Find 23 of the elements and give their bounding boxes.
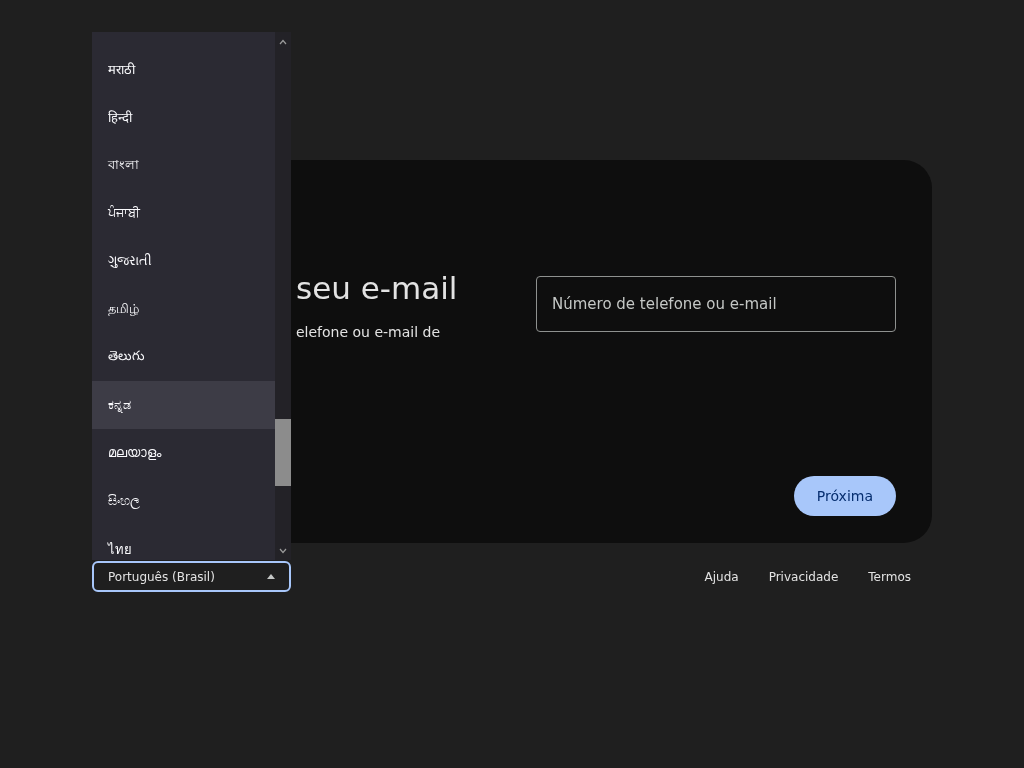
scroll-up-icon[interactable] bbox=[279, 39, 287, 45]
footer-link[interactable]: Privacidade bbox=[753, 563, 854, 590]
footer-link[interactable]: Termos bbox=[853, 563, 926, 590]
language-select[interactable]: Português (Brasil) bbox=[92, 561, 291, 592]
scroll-down-icon[interactable] bbox=[279, 548, 287, 554]
language-option[interactable]: বাংলা bbox=[92, 141, 275, 189]
instruction-text: elefone ou e-mail de bbox=[296, 324, 442, 340]
caret-icon bbox=[267, 574, 275, 579]
email-field[interactable]: Número de telefone ou e-mail bbox=[536, 276, 896, 332]
language-option[interactable]: മലയാളം bbox=[92, 429, 275, 477]
language-option[interactable]: हिन्दी bbox=[92, 93, 275, 141]
language-option[interactable]: தமிழ் bbox=[92, 285, 275, 333]
footer-link[interactable]: Ajuda bbox=[689, 563, 754, 590]
language-option[interactable]: ಕನ್ನಡ bbox=[92, 381, 275, 429]
language-option[interactable]: ไทย bbox=[92, 525, 275, 560]
language-option[interactable]: मराठी bbox=[92, 45, 275, 93]
next-button[interactable]: Próxima bbox=[793, 476, 896, 516]
scrollbar-thumb[interactable] bbox=[275, 419, 291, 486]
language-option[interactable]: ગુજરાતી bbox=[92, 237, 275, 285]
language-option[interactable]: తెలుగు bbox=[92, 333, 275, 381]
language-option[interactable]: සිංහල bbox=[92, 477, 275, 525]
language-option[interactable]: ਪੰਜਾਬੀ bbox=[92, 189, 275, 237]
page-heading: seu e-mail bbox=[296, 269, 459, 308]
